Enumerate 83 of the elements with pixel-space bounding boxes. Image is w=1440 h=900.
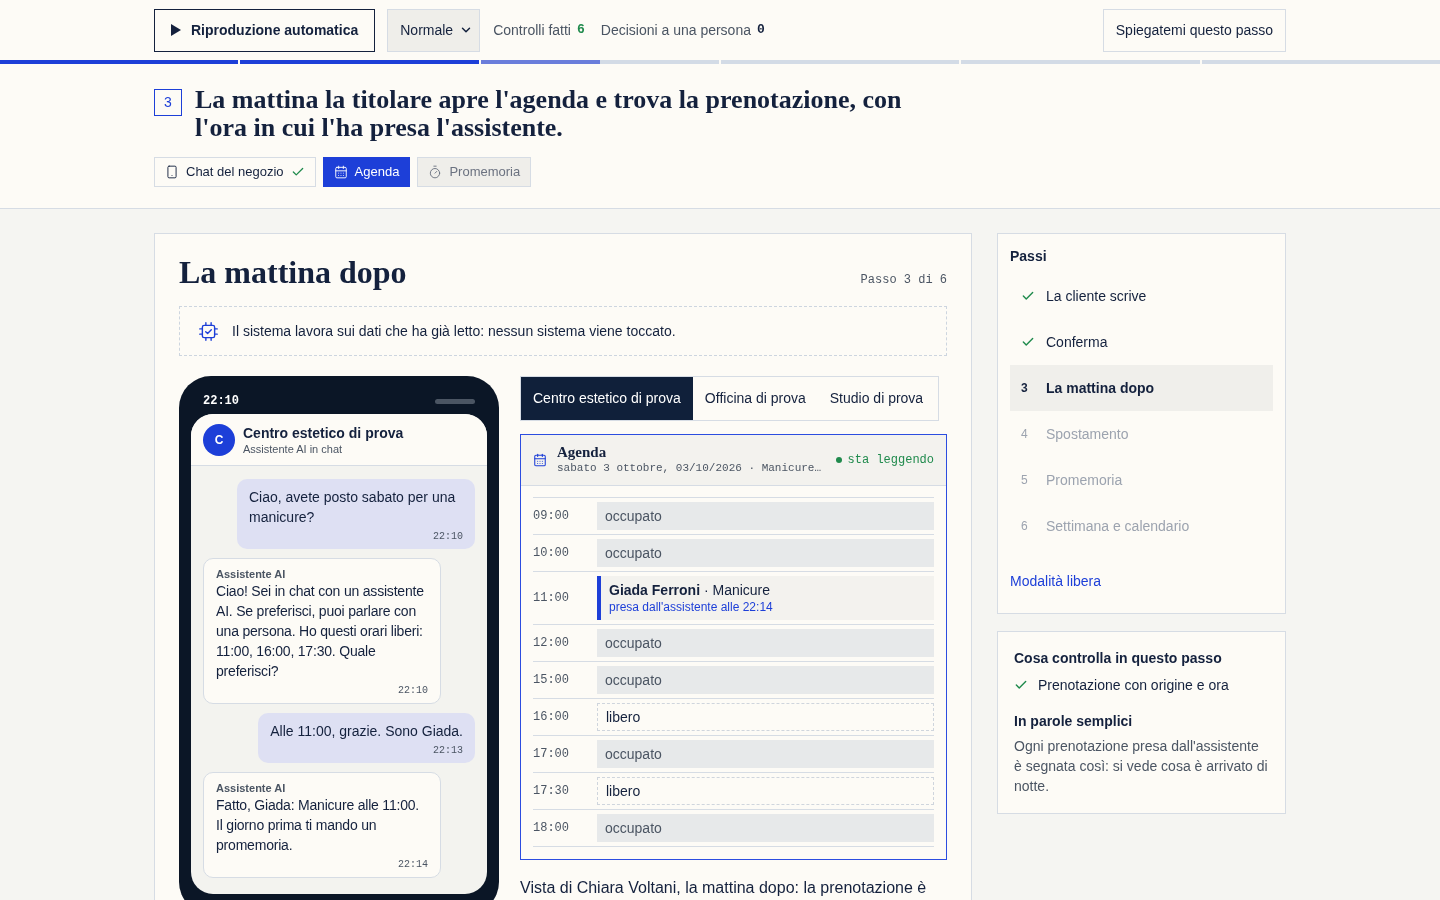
- step-index: 4: [1021, 426, 1028, 443]
- agenda-status: sta leggendo: [847, 452, 934, 469]
- step-item[interactable]: Conferma: [1010, 319, 1273, 365]
- business-tab[interactable]: Centro estetico di prova: [521, 377, 693, 420]
- notice-text: Il sistema lavora sui dati che ha già letto: nessun sistema viene toccato.: [232, 321, 676, 341]
- business-tab[interactable]: Officina di prova: [692, 377, 818, 420]
- check-label: Prenotazione con origine e ora: [1038, 676, 1229, 694]
- step-label: Conferma: [1046, 332, 1108, 352]
- scene-title: La mattina dopo: [179, 253, 407, 292]
- step-label: Spostamento: [1046, 424, 1129, 444]
- slot-time: 17:00: [533, 746, 570, 763]
- busy-slot: occupato: [597, 502, 934, 530]
- plain-title: In parole semplici: [1014, 712, 1134, 730]
- autoplay-button[interactable]: Riproduzione automatica: [154, 8, 376, 52]
- message-sender: Assistente AI: [216, 781, 287, 795]
- message-text: Fatto, Giada: Manicure alle 11:00. Il giorno prima ti mando un promemoria.: [216, 796, 421, 855]
- busy-slot: occupato: [597, 666, 934, 694]
- check-icon: [1021, 289, 1035, 303]
- slot-time: 10:00: [533, 545, 570, 562]
- speaker-drawing: [435, 398, 475, 404]
- booking-note: presa dall'assistente alle 22:14: [609, 599, 774, 615]
- step-index: 3: [1021, 380, 1028, 397]
- chip-icon: [198, 320, 219, 342]
- busy-slot: occupato: [597, 629, 934, 657]
- timer-icon: [428, 165, 443, 179]
- slot-time: 17:30: [533, 783, 570, 800]
- message-text: Ciao, avete posto sabato per una manicure?: [249, 488, 457, 527]
- slot-time: 15:00: [533, 672, 570, 689]
- check-icon: [1021, 335, 1035, 349]
- free-mode-link[interactable]: Modalità libera: [1010, 571, 1102, 591]
- agenda-caption: Vista di Chiara Voltani, la mattina dopo: la prenotazione è: [520, 878, 928, 898]
- busy-slot: occupato: [597, 539, 934, 567]
- busy-slot: occupato: [597, 740, 934, 768]
- agenda-title: Agenda: [557, 444, 608, 461]
- step-title: La mattina la titolare apre l'agenda e trova la prenotazione, con l'ora in cui l'ha presa l'assistente.: [195, 86, 903, 142]
- business-tab[interactable]: Studio di prova: [817, 377, 936, 420]
- phone-clock: 22:10: [203, 393, 239, 410]
- message-time: 22:10: [398, 684, 428, 698]
- step-index: 5: [1021, 472, 1028, 489]
- contact-name: Centro estetico di prova: [243, 423, 404, 442]
- message-text: Alle 11:00, grazie. Sono Giada.: [270, 722, 463, 741]
- message-text: Ciao! Sei in chat con un assistente AI. Se preferisci, puoi parlare con una persona. Ho questi orari liberi: 11:00, 16:00, 17:30. Quale preferisci?: [216, 582, 425, 681]
- plain-text: Ogni prenotazione presa dall'assistente è segnata così: si vede cosa è arrivato di notte.: [1014, 737, 1269, 796]
- step-counter: Passo 3 di 6: [860, 272, 947, 289]
- stat-label: Controlli fatti: [493, 20, 571, 40]
- slot-time: 09:00: [533, 508, 570, 525]
- agenda-subtitle: sabato 3 ottobre, 03/10/2026 · Manicure…: [557, 461, 822, 476]
- busy-slot: occupato: [597, 814, 934, 842]
- message-time: 22:10: [433, 530, 463, 544]
- message-time: 22:13: [433, 744, 463, 758]
- step-label: Settimana e calendario: [1046, 516, 1190, 536]
- step-index: 6: [1021, 518, 1028, 535]
- free-slot[interactable]: libero: [597, 777, 934, 805]
- calendar-icon: [333, 165, 348, 179]
- step-label: La mattina dopo: [1046, 378, 1155, 398]
- stat-value: 6: [576, 21, 585, 40]
- phone-icon: [165, 165, 179, 179]
- explain-button[interactable]: Spiegatemi questo passo: [1102, 8, 1286, 52]
- speed-select[interactable]: Normale: [387, 8, 481, 52]
- slot-time: 11:00: [533, 590, 570, 607]
- slot-time: 18:00: [533, 820, 570, 837]
- booking-title: Giada Ferroni · Manicure: [609, 581, 772, 599]
- contact-avatar: C: [203, 423, 235, 456]
- slot-time: 12:00: [533, 635, 570, 652]
- step-item[interactable]: 3 La mattina dopo: [1010, 365, 1273, 411]
- stat-label: Decisioni a una persona: [600, 20, 751, 40]
- step-item[interactable]: La cliente scrive: [1010, 273, 1273, 319]
- checks-title: Cosa controlla in questo passo: [1014, 649, 1223, 667]
- step-number: 3: [154, 89, 182, 116]
- step-label: La cliente scrive: [1046, 286, 1147, 306]
- steps-title: Passi: [1010, 248, 1048, 265]
- stat-value: 0: [757, 21, 765, 40]
- free-slot[interactable]: libero: [597, 703, 934, 731]
- step-label: Promemoria: [1046, 470, 1123, 490]
- message-sender: Assistente AI: [216, 567, 287, 581]
- message-time: 22:14: [398, 858, 428, 872]
- play-icon: [171, 24, 181, 36]
- check-icon: [290, 165, 305, 179]
- view-tab[interactable]: Chat del negozio: [154, 157, 316, 187]
- slot-time: 16:00: [533, 709, 570, 726]
- calendar-icon: [533, 453, 547, 467]
- view-tab[interactable]: Agenda: [322, 157, 411, 187]
- contact-status: Assistente AI in chat: [243, 441, 344, 456]
